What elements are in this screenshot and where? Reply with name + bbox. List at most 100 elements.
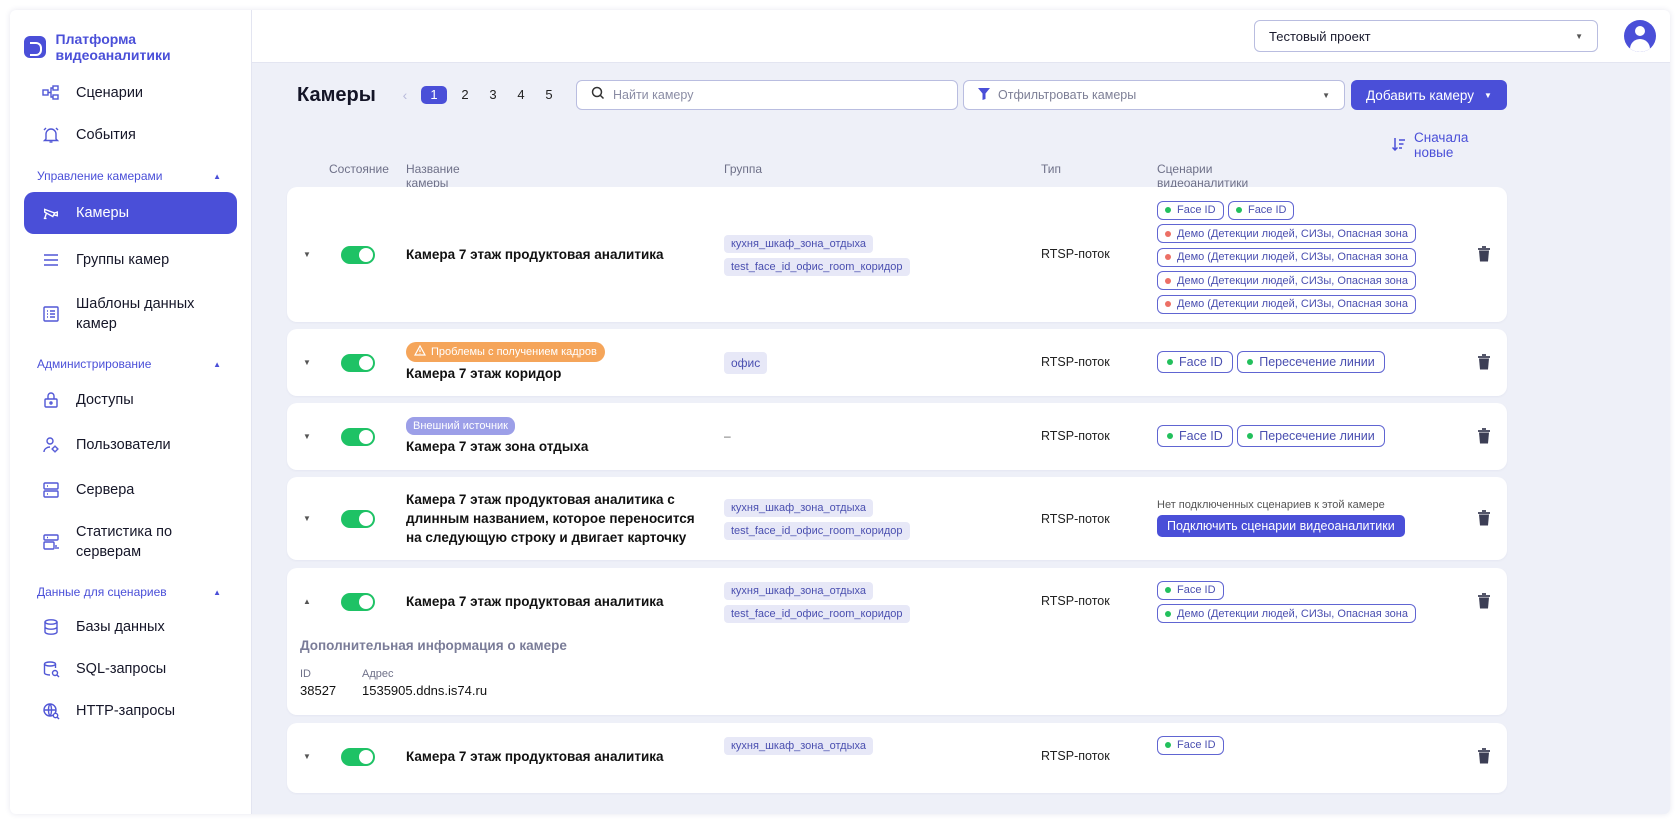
scenario-chip[interactable]: Face ID bbox=[1157, 351, 1233, 373]
camera-groups: кухня_шкаф_зона_отдыха test_face_id_офис… bbox=[724, 234, 910, 280]
camera-type: RTSP-поток bbox=[1041, 355, 1110, 369]
search-input[interactable] bbox=[613, 88, 933, 102]
camera-state-toggle[interactable] bbox=[341, 354, 375, 372]
sort-toggle[interactable]: Сначала новые bbox=[1391, 130, 1469, 160]
col-header-name: Название камеры bbox=[406, 162, 460, 190]
connect-scenarios-button[interactable]: Подключить сценарии видеоаналитики bbox=[1157, 515, 1405, 537]
scenario-chip[interactable]: Face ID bbox=[1157, 425, 1233, 447]
camera-card[interactable]: ▼ Проблемы с получением кадров Камера 7 … bbox=[287, 329, 1507, 396]
chevron-down-icon: ▼ bbox=[1322, 90, 1330, 100]
delete-trash-icon[interactable] bbox=[1477, 510, 1491, 531]
sidebar-item-camera-groups[interactable]: Группы камер bbox=[10, 236, 251, 284]
scenario-chip[interactable]: Демо (Детекции людей, СИЗы, Опасная зона bbox=[1157, 604, 1416, 623]
expand-chevron-icon[interactable]: ▼ bbox=[303, 358, 311, 367]
sidebar: Платформа видеоаналитики Сценарии Событи… bbox=[10, 10, 252, 814]
delete-trash-icon[interactable] bbox=[1477, 428, 1491, 449]
camera-type: RTSP-поток bbox=[1041, 594, 1110, 608]
sidebar-item-databases[interactable]: Базы данных bbox=[10, 606, 251, 648]
camera-name: Камера 7 этаж продуктовая аналитика bbox=[406, 247, 664, 262]
scenario-chip[interactable]: Пересечение линии bbox=[1237, 351, 1385, 373]
scenario-chip[interactable]: Демо (Детекции людей, СИЗы, Опасная зона bbox=[1157, 271, 1416, 290]
sidebar-item-label: Сценарии bbox=[76, 85, 144, 101]
brand-logo-icon bbox=[24, 36, 46, 58]
camera-scenarios: Face ID bbox=[1157, 735, 1447, 759]
add-camera-button[interactable]: Добавить камеру ▼ bbox=[1351, 80, 1507, 110]
scenario-chip[interactable]: Face ID bbox=[1157, 200, 1224, 220]
no-scenarios-text: Нет подключенных сценариев к этой камере bbox=[1157, 499, 1385, 511]
user-avatar-icon[interactable] bbox=[1624, 20, 1656, 52]
sidebar-item-server-stats[interactable]: Статистика по серверам bbox=[10, 512, 251, 572]
camera-state-toggle[interactable] bbox=[341, 748, 375, 766]
users-icon bbox=[42, 436, 60, 454]
col-header-scenarios: Сценарии видеоаналитики bbox=[1157, 162, 1249, 190]
sort-label: Сначала новые bbox=[1414, 130, 1469, 160]
sidebar-item-camera-templates[interactable]: Шаблоны данных камер bbox=[10, 284, 251, 344]
camera-id-value: 38527 bbox=[300, 683, 337, 698]
scenario-chip[interactable]: Демо (Детекции людей, СИЗы, Опасная зона bbox=[1157, 224, 1416, 243]
sidebar-item-access[interactable]: Доступы bbox=[10, 378, 251, 422]
delete-trash-icon[interactable] bbox=[1477, 246, 1491, 267]
prev-page-icon[interactable]: ‹ bbox=[397, 87, 413, 103]
section-title: Управление камерами bbox=[37, 169, 163, 183]
status-dot-icon bbox=[1235, 207, 1242, 213]
camera-card-expanded[interactable]: ▲ Камера 7 этаж продуктовая аналитика ку… bbox=[287, 568, 1507, 715]
delete-trash-icon[interactable] bbox=[1477, 354, 1491, 375]
page-5[interactable]: 5 bbox=[539, 86, 559, 104]
camera-filter[interactable]: Отфильтровать камеры ▼ bbox=[963, 80, 1345, 110]
status-dot-icon bbox=[1167, 433, 1173, 439]
pagination: ‹ 1 2 3 4 5 › bbox=[397, 86, 595, 104]
page-2[interactable]: 2 bbox=[455, 86, 475, 104]
topbar: Тестовый проект ▼ bbox=[252, 10, 1670, 63]
sidebar-item-http[interactable]: HTTP-запросы bbox=[10, 690, 251, 732]
scenario-chip[interactable]: Face ID bbox=[1157, 735, 1224, 755]
scenario-chip[interactable]: Face ID bbox=[1157, 580, 1224, 600]
scenario-chip[interactable]: Face ID bbox=[1227, 200, 1295, 220]
camera-groups: кухня_шкаф_зона_отдыха bbox=[724, 736, 873, 759]
sidebar-item-users[interactable]: Пользователи bbox=[10, 422, 251, 468]
section-cameras[interactable]: Управление камерами ▲ bbox=[10, 162, 251, 190]
delete-trash-icon[interactable] bbox=[1477, 748, 1491, 769]
scenario-chip[interactable]: Демо (Детекции людей, СИЗы, Опасная зона bbox=[1157, 294, 1416, 314]
collapse-chevron-icon[interactable]: ▲ bbox=[303, 597, 311, 606]
scenario-chip[interactable]: Демо (Детекции людей, СИЗы, Опасная зона bbox=[1157, 247, 1416, 267]
section-admin[interactable]: Администрирование ▲ bbox=[10, 350, 251, 378]
status-dot-icon bbox=[1165, 301, 1171, 307]
delete-trash-icon[interactable] bbox=[1477, 593, 1491, 614]
database-icon bbox=[42, 618, 60, 636]
camera-state-toggle[interactable] bbox=[341, 593, 375, 611]
sidebar-item-servers[interactable]: Сервера bbox=[10, 468, 251, 512]
brand-title: Платформа видеоаналитики bbox=[55, 31, 171, 63]
camera-card[interactable]: ▼ Внешний источник Камера 7 этаж зона от… bbox=[287, 403, 1507, 470]
group-tag: офис bbox=[724, 352, 768, 374]
camera-group-empty: – bbox=[724, 429, 731, 443]
sidebar-item-label: Группы камер bbox=[76, 252, 170, 268]
expand-chevron-icon[interactable]: ▼ bbox=[303, 432, 311, 441]
camera-card[interactable]: ▼ Камера 7 этаж продуктовая аналитика ку… bbox=[287, 187, 1507, 322]
sidebar-item-label: Камеры bbox=[76, 205, 130, 221]
camera-card[interactable]: ▼ Камера 7 этаж продуктовая аналитика ку… bbox=[287, 723, 1507, 793]
brand[interactable]: Платформа видеоаналитики bbox=[10, 10, 251, 66]
filter-placeholder: Отфильтровать камеры bbox=[998, 88, 1137, 102]
project-select[interactable]: Тестовый проект ▼ bbox=[1254, 20, 1598, 52]
sidebar-item-cameras[interactable]: Камеры bbox=[24, 192, 237, 234]
page-1[interactable]: 1 bbox=[421, 86, 447, 104]
status-dot-icon bbox=[1247, 359, 1254, 365]
camera-state-toggle[interactable] bbox=[341, 428, 375, 446]
sidebar-item-events[interactable]: События bbox=[10, 114, 251, 156]
camera-state-toggle[interactable] bbox=[341, 510, 375, 528]
warning-icon bbox=[413, 344, 427, 359]
camera-search[interactable] bbox=[576, 80, 958, 110]
expand-chevron-icon[interactable]: ▼ bbox=[303, 250, 311, 259]
camera-id-label: ID bbox=[300, 668, 311, 680]
page-4[interactable]: 4 bbox=[511, 86, 531, 104]
expand-chevron-icon[interactable]: ▼ bbox=[303, 752, 311, 761]
page-3[interactable]: 3 bbox=[483, 86, 503, 104]
camera-card[interactable]: ▼ Камера 7 этаж продуктовая аналитика с … bbox=[287, 477, 1507, 560]
sidebar-item-sql[interactable]: SQL-запросы bbox=[10, 648, 251, 690]
section-data[interactable]: Данные для сценариев ▲ bbox=[10, 578, 251, 606]
sidebar-item-label: Пользователи bbox=[76, 437, 171, 453]
sidebar-item-scenarios[interactable]: Сценарии bbox=[10, 72, 251, 114]
expand-chevron-icon[interactable]: ▼ bbox=[303, 514, 311, 523]
scenario-chip[interactable]: Пересечение линии bbox=[1237, 425, 1385, 447]
camera-state-toggle[interactable] bbox=[341, 246, 375, 264]
